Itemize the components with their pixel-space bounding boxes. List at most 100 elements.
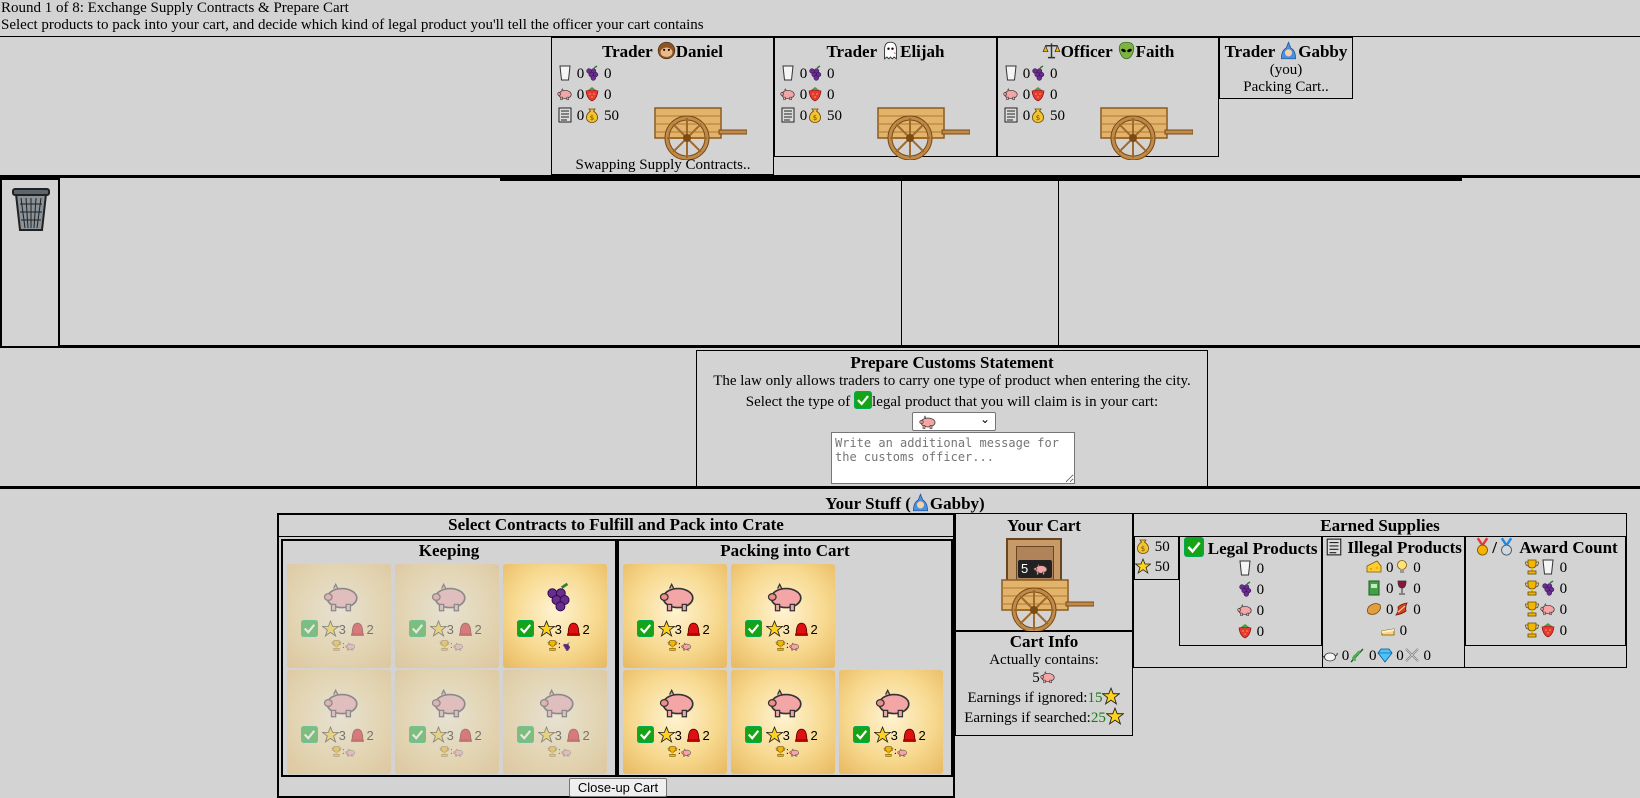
trade-slot[interactable] xyxy=(901,180,1059,347)
trophy-icon xyxy=(1524,580,1540,596)
pig-icon xyxy=(431,688,469,718)
cheese-icon xyxy=(1366,559,1382,575)
milk-icon xyxy=(1237,560,1253,576)
swords-icon xyxy=(1404,647,1420,663)
trophy-icon xyxy=(439,746,450,757)
earned-supplies-panel: Earned Supplies 50 50 Legal Products 0 0… xyxy=(1133,513,1627,668)
star-icon xyxy=(874,726,891,743)
trophy-icon xyxy=(547,746,558,757)
contract-stats: 3 2 xyxy=(745,726,835,744)
contract-card[interactable]: 3 2: xyxy=(731,670,835,774)
contract-stats: 3 2 xyxy=(301,726,391,744)
star-icon xyxy=(538,620,555,637)
contract-card[interactable]: 3 2: xyxy=(503,564,607,668)
cart-icon xyxy=(998,576,1094,632)
herb-icon xyxy=(1349,647,1365,663)
you-label: (you) xyxy=(1269,62,1303,78)
player-status: Swapping Supply Contracts.. xyxy=(575,157,751,173)
keeping-label: Keeping xyxy=(418,541,480,560)
star-icon xyxy=(658,726,675,743)
pig-icon xyxy=(345,642,356,651)
mage-icon xyxy=(1279,41,1298,60)
milk-icon xyxy=(780,65,796,81)
pig-icon xyxy=(453,748,464,757)
pig-icon xyxy=(897,748,908,757)
player-supplies: 0 0 0 0 0 50 xyxy=(780,64,842,127)
close-up-cart-button[interactable]: Close-up Cart xyxy=(569,778,667,797)
earned-title: Earned Supplies xyxy=(1320,516,1440,535)
check-icon xyxy=(409,620,426,637)
contract-award-row: : xyxy=(439,746,479,760)
siren-icon xyxy=(349,620,366,637)
contract-card[interactable]: 3 2: xyxy=(839,670,943,774)
check-icon xyxy=(745,620,762,637)
award-count-box: / Award Count 0 0 0 0 xyxy=(1465,536,1626,646)
contract-card[interactable]: 3 2: xyxy=(731,564,835,668)
player-title: Officer Faith xyxy=(998,41,1218,62)
contract-card[interactable]: 3 2: xyxy=(623,564,727,668)
strawberry-icon xyxy=(584,86,600,102)
trophy-icon xyxy=(667,640,678,651)
your-cart-title: Your Cart xyxy=(1007,516,1081,535)
packing-label: Packing into Cart xyxy=(720,541,850,560)
contract-award-row: : xyxy=(331,746,371,760)
bacon-icon xyxy=(1394,601,1410,617)
strawberry-icon xyxy=(1540,622,1556,638)
book-icon xyxy=(1366,580,1382,596)
player-panel-daniel: Trader Daniel 0 0 0 0 0 50 Swapping Supp… xyxy=(551,37,774,175)
siren-icon xyxy=(793,620,810,637)
your-stuff-title: Your Stuff (Gabby) xyxy=(825,494,985,513)
trash-icon[interactable] xyxy=(11,186,51,232)
pig-icon xyxy=(431,582,469,612)
cart-icon xyxy=(651,104,747,160)
star-icon xyxy=(766,726,783,743)
contract-card[interactable]: 3 2: xyxy=(287,564,391,668)
star-icon xyxy=(1135,558,1151,574)
pig-icon xyxy=(539,688,577,718)
pig-icon xyxy=(557,86,573,102)
cake-icon xyxy=(1380,622,1396,638)
grapes-icon xyxy=(1237,581,1253,597)
strawberry-icon xyxy=(807,86,823,102)
gold-icon xyxy=(1030,107,1046,123)
siren-icon xyxy=(457,726,474,743)
product-select[interactable]: ⌄ xyxy=(912,412,996,431)
grapes-icon xyxy=(584,65,600,81)
trophy-icon xyxy=(667,746,678,757)
trophy-icon xyxy=(547,640,558,651)
star-icon xyxy=(538,726,555,743)
contract-award-row: : xyxy=(331,640,371,654)
siren-icon xyxy=(457,620,474,637)
star-icon xyxy=(766,620,783,637)
contract-card[interactable]: 3 2: xyxy=(395,670,499,774)
contract-card[interactable]: 3 2: xyxy=(623,670,727,774)
player-supplies: 0 0 0 0 0 50 xyxy=(1003,64,1065,127)
siren-icon xyxy=(565,620,582,637)
check-icon xyxy=(409,726,426,743)
pig-icon xyxy=(323,582,361,612)
legal-products-box: Legal Products 0 0 0 0 xyxy=(1179,536,1322,646)
contract-card[interactable]: 3 2: xyxy=(395,564,499,668)
trophy-icon xyxy=(883,746,894,757)
check-icon xyxy=(1184,537,1204,557)
wine-icon xyxy=(1394,580,1410,596)
star-icon xyxy=(430,726,447,743)
pig-icon xyxy=(345,748,356,757)
customs-law-text: The law only allows traders to carry one… xyxy=(713,373,1191,389)
contract-card[interactable]: 3 2: xyxy=(503,670,607,774)
teapot-icon xyxy=(1322,647,1338,663)
gem-icon xyxy=(1377,647,1393,663)
siren-icon xyxy=(349,726,366,743)
pig-icon xyxy=(767,582,805,612)
contract-card[interactable]: 3 2: xyxy=(287,670,391,774)
officer-message-input[interactable] xyxy=(831,432,1075,484)
trophy-icon xyxy=(331,746,342,757)
round-title: Round 1 of 8: Exchange Supply Contracts … xyxy=(1,0,349,16)
trophy-icon xyxy=(775,746,786,757)
gold-icon xyxy=(584,107,600,123)
discard-area[interactable] xyxy=(0,178,60,348)
cart-icon xyxy=(874,104,970,160)
player-panel-gabby: Trader Gabby (you) Packing Cart.. xyxy=(1219,37,1353,99)
pig-icon xyxy=(1040,669,1056,685)
contract-stats: 3 2 xyxy=(853,726,943,744)
